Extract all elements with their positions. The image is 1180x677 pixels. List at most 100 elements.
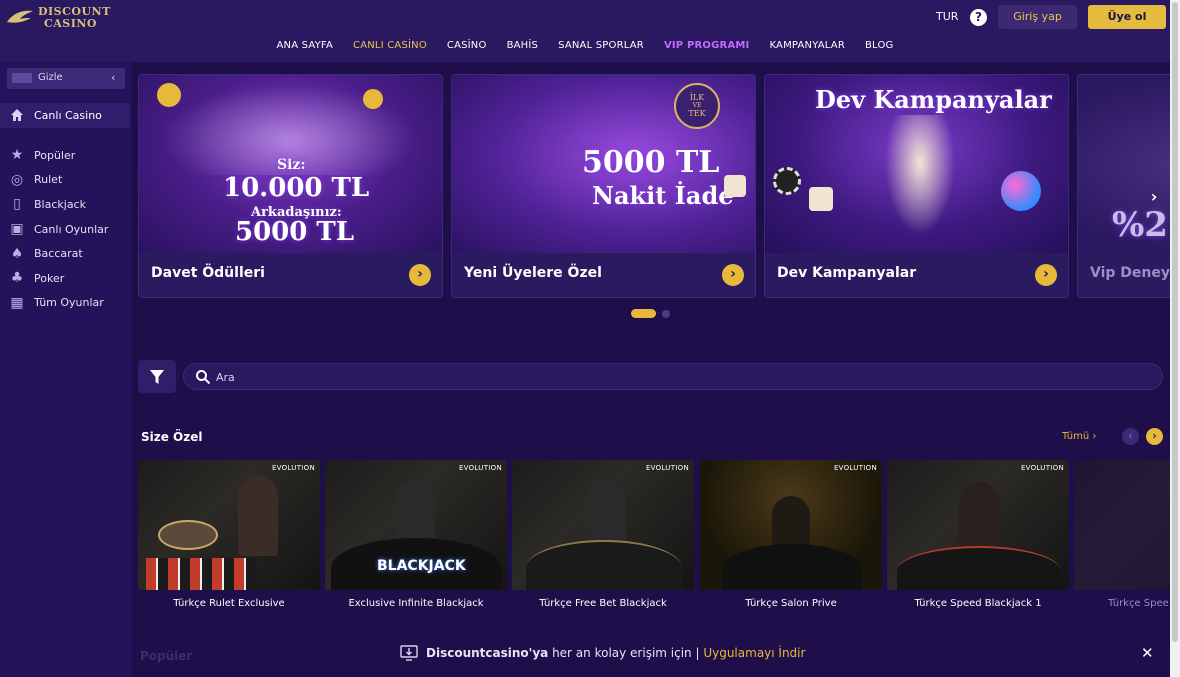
see-all-link[interactable]: Tümü › [1062, 431, 1096, 442]
promo-art-text: Nakit İade [592, 181, 734, 210]
sidebar-item-live-games[interactable]: ▣ Canlı Oyunlar [0, 217, 132, 242]
promo-image: Dev Kampanyalar [765, 75, 1068, 253]
sidebar-item-label: Rulet [34, 173, 63, 187]
nav-live-casino[interactable]: CANLI CASİNO [353, 40, 427, 51]
sidebar-item-blackjack[interactable]: ▯ Blackjack [0, 192, 132, 217]
close-icon[interactable]: ✕ [1141, 644, 1154, 662]
dealer-art [586, 478, 626, 548]
app-download-link[interactable]: Uygulamayı İndir [703, 646, 805, 660]
sidebar-item-roulette[interactable]: ◎ Rulet [0, 168, 132, 193]
game-row: EVOLUTION Türkçe Rulet Exclusive BLACKJA… [138, 460, 1170, 620]
game-card[interactable]: EVOLUTION Türkçe Rulet Exclusive [138, 460, 320, 620]
live-games-icon: ▣ [10, 221, 24, 238]
promo-art-text: %2 [1112, 205, 1168, 245]
provider-label: EVOLUTION [1020, 464, 1064, 472]
dealer-art [959, 482, 999, 552]
toggle-icon [12, 73, 32, 83]
roulette-icon: ◎ [10, 171, 24, 188]
search-bar [183, 363, 1163, 390]
promo-art-text: 5000 TL [235, 217, 355, 247]
game-card[interactable]: BLACKJACK EVOLUTION Exclusive Infinite B… [325, 460, 507, 620]
nav-virtual-sports[interactable]: SANAL SPORLAR [558, 40, 644, 51]
game-card[interactable]: EVOLUTION Türkçe Speed Blackjack 1 [887, 460, 1069, 620]
chip-icon [773, 167, 801, 195]
sidebar-item-label: Poker [34, 271, 65, 285]
chevron-right-icon[interactable]: › [1146, 428, 1163, 445]
nav-vip-program[interactable]: VIP PROGRAMI [664, 40, 750, 51]
roulette-wheel-art [158, 520, 218, 550]
hide-label: Gizle [38, 72, 63, 83]
coin-icon [157, 83, 181, 107]
game-title: Türkçe Speed Blackjack 1 [914, 598, 1042, 609]
sidebar-item-baccarat[interactable]: ♠ Baccarat [0, 241, 132, 266]
sidebar-home-label: Canlı Casino [34, 109, 102, 122]
sidebar-item-label: Canlı Oyunlar [34, 222, 109, 236]
carousel-dot-active[interactable] [631, 309, 656, 318]
app-text: her an kolay erişim için | [548, 646, 704, 660]
promo-art-text: 5000 TL [582, 145, 720, 180]
promo-title: Yeni Üyelere Özel [464, 265, 602, 281]
game-thumbnail: EVOLUTION [512, 460, 694, 590]
scrollbar-thumb[interactable] [1172, 2, 1178, 642]
nav-campaigns[interactable]: KAMPANYALAR [769, 40, 845, 51]
promo-card[interactable]: İLK VE TEK 5000 TL Nakit İade Yeni Üyele… [451, 74, 756, 298]
game-title: Türkçe Rulet Exclusive [173, 598, 285, 609]
sidebar-hide-toggle[interactable]: Gizle ‹ [7, 68, 125, 89]
promo-image: İLK VE TEK 5000 TL Nakit İade [452, 75, 755, 253]
game-thumbnail: EVOLUTION [700, 460, 882, 590]
sidebar-item-poker[interactable]: ♣ Poker [0, 266, 132, 291]
dealer-art [238, 476, 278, 556]
main-nav: ANA SAYFA CANLI CASİNO CASİNO BAHİS SANA… [0, 40, 1170, 51]
game-title: Exclusive Infinite Blackjack [348, 598, 484, 609]
nav-home[interactable]: ANA SAYFA [276, 40, 333, 51]
sidebar-item-live-casino[interactable]: Canlı Casino [0, 103, 130, 128]
header: DISCOUNT CASINO TUR ? Giriş yap Üye ol A… [0, 0, 1170, 62]
sidebar-item-all-games[interactable]: ▦ Tüm Oyunlar [0, 291, 132, 316]
promo-art-text: Siz: [277, 157, 306, 173]
provider-label: EVOLUTION [833, 464, 877, 472]
logo[interactable]: DISCOUNT CASINO [6, 6, 111, 30]
promo-title: Davet Ödülleri [151, 265, 265, 281]
chevron-left-icon: ‹ [111, 71, 116, 84]
promo-title: Vip Deneyi [1090, 265, 1170, 281]
chevron-right-icon[interactable]: › [722, 264, 744, 286]
nav-blog[interactable]: BLOG [865, 40, 894, 51]
game-thumbnail: EVOLUTION [887, 460, 1069, 590]
badge-icon: İLK VE TEK [674, 83, 720, 129]
roulette-table-art [146, 558, 256, 590]
app-brand: Discountcasino'ya [426, 646, 549, 660]
monitor-download-icon [400, 645, 418, 661]
provider-label: EVOLUTION [645, 464, 689, 472]
filter-button[interactable] [138, 360, 176, 393]
faded-section-title: Popüler [140, 649, 193, 663]
register-button[interactable]: Üye ol [1088, 5, 1166, 29]
provider-label: EVOLUTION [458, 464, 502, 472]
dealer-icon: ♠ [10, 245, 24, 262]
promo-card[interactable]: Siz: 10.000 TL Arkadaşınız: 5000 TL Dave… [138, 74, 443, 298]
carousel-dot[interactable] [662, 309, 670, 318]
login-button[interactable]: Giriş yap [998, 5, 1077, 29]
chevron-right-icon[interactable]: › [1035, 264, 1057, 286]
game-thumbnail [1074, 460, 1170, 590]
chevron-left-icon[interactable]: ‹ [1122, 428, 1139, 445]
carousel-next-chevron-icon[interactable]: › [1143, 186, 1165, 208]
orb-icon [1001, 171, 1041, 211]
dice-icon [724, 175, 746, 197]
search-icon [196, 370, 211, 385]
game-card[interactable]: EVOLUTION Türkçe Salon Prive [700, 460, 882, 620]
language-selector[interactable]: TUR [936, 10, 958, 23]
blackjack-logo-text: BLACKJACK [377, 558, 466, 574]
search-input[interactable] [216, 368, 1116, 386]
nav-betting[interactable]: BAHİS [507, 40, 539, 51]
help-icon[interactable]: ? [970, 9, 987, 26]
nav-casino[interactable]: CASİNO [447, 40, 487, 51]
coin-icon [363, 89, 383, 109]
sidebar-item-popular[interactable]: ★ Popüler [0, 143, 132, 168]
chevron-right-icon[interactable]: › [409, 264, 431, 286]
blackjack-table-art [897, 546, 1061, 590]
game-card[interactable]: Türkçe Spee [1074, 460, 1170, 620]
see-all-label: Tümü [1062, 431, 1090, 442]
game-card[interactable]: EVOLUTION Türkçe Free Bet Blackjack [512, 460, 694, 620]
promo-card[interactable]: Dev Kampanyalar Dev Kampanyalar › [764, 74, 1069, 298]
game-title: Türkçe Spee [1108, 598, 1169, 609]
